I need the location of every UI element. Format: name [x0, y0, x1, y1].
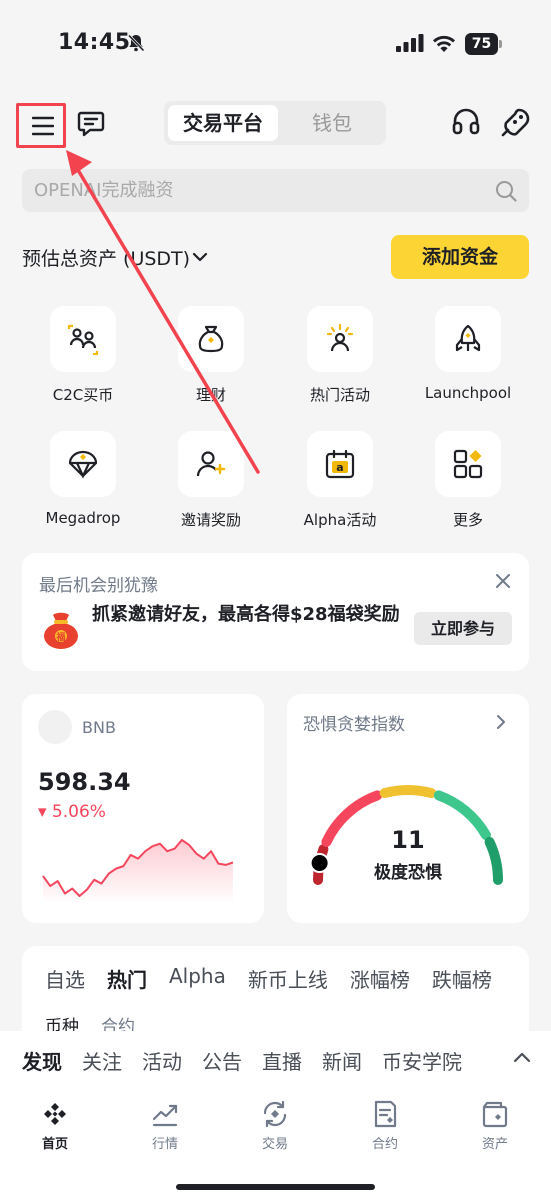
segment-wallet-tab[interactable]: 钱包: [282, 105, 382, 141]
discover-tabs: 发现 关注 活动 公告 直播 新闻 币安学院: [22, 1046, 462, 1075]
battery-level: 75: [465, 33, 498, 55]
discover-tab[interactable]: 活动: [142, 1046, 182, 1075]
price-sparkline: [42, 839, 234, 904]
shortcut-label: Megadrop: [45, 509, 121, 527]
rocket-icon: [455, 324, 481, 352]
c2c-people-icon: [67, 324, 99, 355]
market-tab[interactable]: 新币上线: [248, 964, 328, 993]
nav-futures[interactable]: 合约: [340, 1099, 430, 1152]
money-bag-icon: [198, 325, 224, 353]
battery-indicator: 75: [465, 33, 503, 55]
join-now-button[interactable]: 立即参与: [414, 612, 512, 645]
shortcut-more[interactable]: 更多: [413, 431, 523, 530]
shortcut-label: 理财: [195, 386, 226, 404]
sparkline-area: [43, 840, 233, 904]
market-tab[interactable]: 跌幅榜: [432, 964, 492, 993]
discover-tab[interactable]: 直播: [262, 1046, 302, 1075]
segment-exchange-tab[interactable]: 交易平台: [168, 105, 278, 141]
bell-muted-icon: [127, 34, 145, 52]
discover-tab[interactable]: 新闻: [322, 1046, 362, 1075]
shortcut-launchpool[interactable]: Launchpool: [413, 306, 523, 402]
search-icon[interactable]: [495, 180, 517, 202]
parachute-icon: [68, 450, 98, 479]
coin-change: ▾ 5.06%: [38, 802, 106, 822]
alien-mascot-icon[interactable]: [500, 106, 532, 138]
add-funds-button[interactable]: 添加资金: [391, 235, 529, 279]
markets-chart-icon: [152, 1104, 178, 1127]
bnb-price-card[interactable]: BNB 598.34 ▾ 5.06%: [22, 694, 264, 923]
shortcut-megadrop[interactable]: Megadrop: [28, 431, 138, 527]
nav-markets[interactable]: 行情: [120, 1099, 210, 1152]
futures-doc-icon: [374, 1100, 397, 1128]
shortcut-label: Alpha活动: [303, 511, 377, 529]
discover-tab[interactable]: 发现: [22, 1046, 62, 1075]
shortcut-label: Launchpool: [424, 384, 512, 402]
promo-title: 最后机会别犹豫: [39, 576, 158, 596]
shortcut-label: C2C买币: [52, 386, 114, 404]
status-time: 14:45: [58, 30, 131, 55]
invite-user-icon: [196, 451, 226, 477]
shortcut-label: 热门活动: [309, 386, 370, 404]
search-input[interactable]: [34, 169, 494, 212]
menu-button[interactable]: [16, 103, 66, 148]
nav-label: 交易: [261, 1137, 288, 1152]
search-bar[interactable]: [22, 169, 529, 212]
discover-tab[interactable]: 关注: [82, 1046, 122, 1075]
nav-label: 首页: [41, 1137, 68, 1152]
home-binance-icon: [44, 1103, 66, 1125]
market-tab[interactable]: 自选: [45, 964, 85, 993]
message-icon[interactable]: [76, 108, 106, 138]
close-icon[interactable]: [495, 573, 511, 589]
discover-bar: 发现 关注 活动 公告 直播 新闻 币安学院: [0, 1031, 551, 1091]
estimated-assets-label[interactable]: 预估总资产 (USDT): [22, 244, 190, 271]
hamburger-menu-icon: [32, 116, 54, 136]
market-tab[interactable]: 热门: [107, 964, 147, 993]
shortcut-label: 更多: [452, 511, 483, 529]
fear-greed-label: 极度恐惧: [374, 863, 442, 883]
shortcut-invite[interactable]: 邀请奖励: [156, 431, 266, 530]
shortcut-c2c[interactable]: C2C买币: [28, 306, 138, 405]
market-tab[interactable]: 涨幅榜: [350, 964, 410, 993]
headset-icon[interactable]: [450, 106, 482, 138]
discover-tab[interactable]: 币安学院: [382, 1046, 462, 1075]
calendar-alpha-icon: a: [325, 449, 355, 479]
nav-label: 行情: [151, 1137, 178, 1152]
nav-assets[interactable]: 资产: [450, 1099, 540, 1152]
fear-greed-title: 恐惧贪婪指数: [303, 715, 405, 735]
wallet-icon: [482, 1101, 508, 1128]
more-grid-icon: [453, 449, 483, 479]
shortcut-alpha[interactable]: a Alpha活动: [285, 431, 395, 530]
lucky-bag-icon: 福: [44, 612, 78, 649]
nav-trade[interactable]: 交易: [230, 1099, 320, 1152]
svg-text:福: 福: [55, 631, 65, 643]
shortcut-hot-events[interactable]: 热门活动: [285, 306, 395, 405]
market-tabs: 自选 热门 Alpha 新币上线 涨幅榜 跌幅榜: [45, 964, 492, 993]
chevron-up-icon[interactable]: [513, 1051, 531, 1063]
hot-event-icon: [326, 323, 354, 352]
market-tab[interactable]: Alpha: [169, 964, 226, 993]
home-indicator: [176, 1184, 375, 1190]
wifi-icon: [433, 35, 455, 52]
nav-label: 合约: [371, 1137, 398, 1152]
gauge-segment: [379, 785, 437, 799]
cellular-signal-icon: [396, 34, 424, 52]
nav-home[interactable]: 首页: [10, 1099, 100, 1152]
coin-symbol: BNB: [82, 718, 116, 737]
fear-greed-value: 11: [391, 826, 425, 854]
nav-label: 资产: [481, 1137, 508, 1152]
discover-tab[interactable]: 公告: [202, 1046, 242, 1075]
shortcut-earn[interactable]: 理财: [156, 306, 266, 405]
svg-text:a: a: [336, 461, 343, 474]
chevron-down-icon[interactable]: [192, 249, 208, 265]
coin-price: 598.34: [38, 768, 131, 796]
promo-banner[interactable]: 最后机会别犹豫 福 抓紧邀请好友，最高各得$28福袋奖励 立即参与: [22, 553, 529, 671]
trade-swap-icon: [263, 1100, 287, 1128]
fear-greed-card[interactable]: 恐惧贪婪指数 11 极度恐惧: [287, 694, 529, 923]
promo-text: 抓紧邀请好友，最高各得$28福袋奖励: [92, 604, 400, 625]
platform-segment-control: 交易平台 钱包: [164, 101, 386, 145]
bnb-coin-icon: [38, 710, 72, 744]
shortcut-label: 邀请奖励: [180, 511, 241, 529]
chevron-right-icon[interactable]: [495, 714, 507, 730]
